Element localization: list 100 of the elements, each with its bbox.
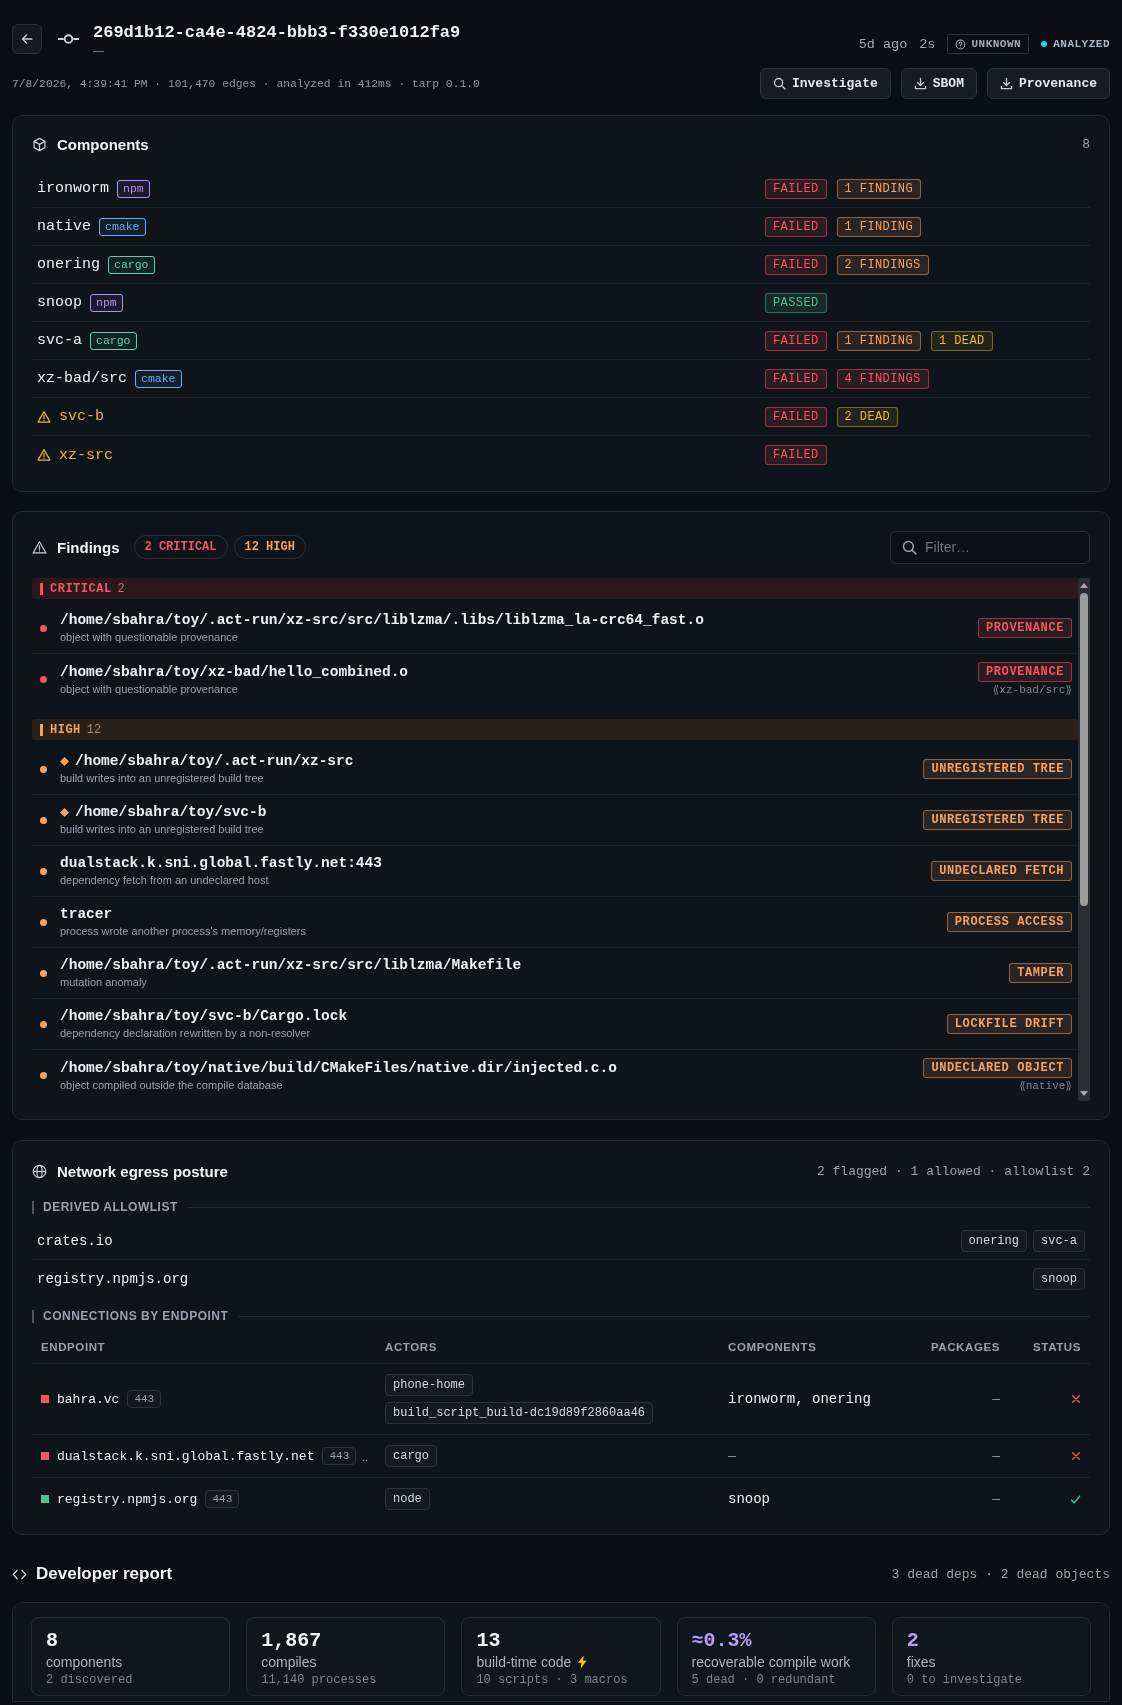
status-badge: 2 DEAD	[836, 406, 899, 427]
finding-description: dependency declaration rewritten by a non-resolver	[60, 1026, 312, 1041]
package-icon	[32, 136, 47, 152]
status-label: ANALYZED	[1053, 38, 1110, 50]
stat-value: 13	[476, 1629, 502, 1653]
finding-path: /home/sbahra/toy/.act-run/xz-src	[75, 752, 354, 771]
column-header: ACTORS	[384, 1340, 438, 1355]
finding-tag: TAMPER	[1009, 963, 1072, 983]
finding-path: /home/sbahra/toy/svc-b/Cargo.lock	[60, 1007, 348, 1026]
finding-path: dualstack.k.sni.global.fastly.net:443	[60, 854, 382, 873]
finding-tag: LOCKFILE DRIFT	[946, 1014, 1072, 1034]
action-button[interactable]: SBOM	[900, 68, 977, 99]
question-circle-icon	[955, 38, 967, 50]
components-cell: ironworm, onering	[728, 1391, 871, 1407]
port-chip: 443	[127, 1390, 162, 1408]
status-badge: FAILED	[765, 368, 827, 389]
component-name: svc-b	[59, 408, 104, 425]
section-title: Components	[57, 135, 149, 153]
stat-label: build-time code	[476, 1653, 572, 1671]
packages-cell: —	[992, 1491, 1000, 1507]
column-header: COMPONENTS	[727, 1340, 818, 1355]
section-title: Developer report	[36, 1564, 173, 1584]
actor-chip: cargo	[385, 1445, 437, 1467]
age-label: 5d ago	[858, 36, 908, 52]
finding-description: mutation anomaly	[60, 975, 148, 990]
endpoint-host: dualstack.k.sni.global.fastly.net	[57, 1448, 315, 1464]
finding-path: /home/sbahra/toy/.act-run/xz-src/src/liblzma/Makefile	[60, 956, 522, 975]
run-id-title: 269d1b12-ca4e-4824-bbb3-f330e1012fa9	[93, 22, 461, 44]
ecosystem-tag: npm	[117, 179, 150, 198]
status-badge: FAILED	[765, 330, 827, 351]
finding-tag: UNREGISTERED TREE	[923, 810, 1072, 830]
status-badge: 1 FINDING	[836, 216, 922, 237]
finding-description: dependency fetch from an undeclared host	[60, 873, 270, 888]
finding-description: object with questionable provenance	[60, 630, 239, 645]
stat-detail: 2 discovered	[46, 1673, 134, 1688]
stat-value: 8	[46, 1629, 59, 1653]
stat-detail: 0 to investigate	[906, 1673, 1023, 1688]
component-count: 8	[1082, 136, 1090, 152]
status-badge: 1 FINDING	[836, 178, 922, 199]
status-badge: FAILED	[765, 216, 827, 237]
verdict-label: UNKNOWN	[971, 37, 1022, 51]
search-icon	[902, 539, 917, 555]
action-button[interactable]: Investigate	[759, 68, 891, 99]
port-chip: 443	[322, 1447, 357, 1465]
stat-value: ≈0.3%	[691, 1629, 753, 1653]
status-badge: FAILED	[765, 445, 827, 465]
allowlist-host: registry.npmjs.org	[37, 1271, 189, 1287]
status-badge: FAILED	[765, 254, 827, 275]
endpoint-host: bahra.vc	[57, 1391, 120, 1407]
status-badge: FAILED	[765, 406, 827, 427]
finding-tag: PROVENANCE	[978, 618, 1072, 638]
status-badge: 4 FINDINGS	[836, 368, 929, 389]
component-name: onering	[37, 256, 100, 273]
components-cell: snoop	[728, 1491, 770, 1507]
section-title: Findings	[57, 538, 120, 556]
component-name: xz-bad/src	[37, 370, 127, 387]
stat-detail: 11,140 processes	[261, 1673, 378, 1688]
packages-cell: —	[992, 1391, 1000, 1407]
duration-label: 2s	[919, 36, 936, 52]
ecosystem-tag: npm	[90, 293, 123, 312]
status-badge: FAILED	[765, 178, 827, 199]
section-title: Network egress posture	[57, 1162, 228, 1180]
network-summary: 2 flagged · 1 allowed · allowlist 2	[816, 1163, 1090, 1179]
component-name: svc-a	[37, 332, 82, 349]
actor-chip: node	[385, 1488, 430, 1510]
component-chip: onering	[960, 1229, 1027, 1252]
component-name: xz-src	[59, 446, 113, 464]
status-badge: 1 DEAD	[931, 330, 993, 351]
stat-detail: 10 scripts · 3 macros	[476, 1673, 629, 1688]
port-chip: 443	[205, 1490, 240, 1508]
scrollbar[interactable]	[1078, 578, 1090, 1101]
finding-path: /home/sbahra/toy/xz-bad/hello_combined.o	[60, 662, 409, 682]
packages-cell: —	[992, 1448, 1000, 1464]
filter-field[interactable]: Filter…	[890, 530, 1090, 564]
ecosystem-tag: cmake	[135, 369, 182, 388]
finding-description: build writes into an unregistered build tree	[60, 771, 265, 786]
status-badge: 1 FINDING	[836, 330, 922, 351]
stat-value: 2	[906, 1629, 920, 1653]
component-note: ⟪xz-bad/src⟫	[992, 684, 1072, 697]
overflow-mark: ‥	[362, 1450, 369, 1464]
severity-label: HIGH	[40, 723, 81, 736]
ecosystem-tag: cmake	[99, 217, 146, 236]
column-header: ENDPOINT	[40, 1340, 107, 1355]
stat-label: compiles	[261, 1653, 317, 1671]
finding-tag: UNREGISTERED TREE	[923, 759, 1072, 779]
action-button[interactable]: Provenance	[987, 68, 1110, 99]
component-chip: svc-a	[1033, 1229, 1085, 1252]
actor-chip: build_script_build-dc19d89f2860aa46	[385, 1402, 654, 1424]
components-cell: —	[728, 1448, 736, 1464]
finding-tag: UNDECLARED FETCH	[931, 861, 1072, 881]
back-button[interactable]	[12, 24, 42, 54]
finding-tag: UNDECLARED OBJECT	[923, 1058, 1072, 1078]
finding-description: object with questionable provenance	[60, 681, 239, 697]
severity-label: CRITICAL	[40, 582, 112, 595]
column-header: STATUS	[1032, 1340, 1082, 1355]
endpoint-host: registry.npmjs.org	[57, 1491, 198, 1507]
finding-path: /home/sbahra/toy/native/build/CMakeFiles/native.dir/injected.c.o	[60, 1058, 617, 1078]
finding-tag: PROVENANCE	[978, 662, 1072, 682]
finding-tag: PROCESS ACCESS	[946, 912, 1072, 932]
stat-label: recoverable compile work	[691, 1653, 851, 1671]
